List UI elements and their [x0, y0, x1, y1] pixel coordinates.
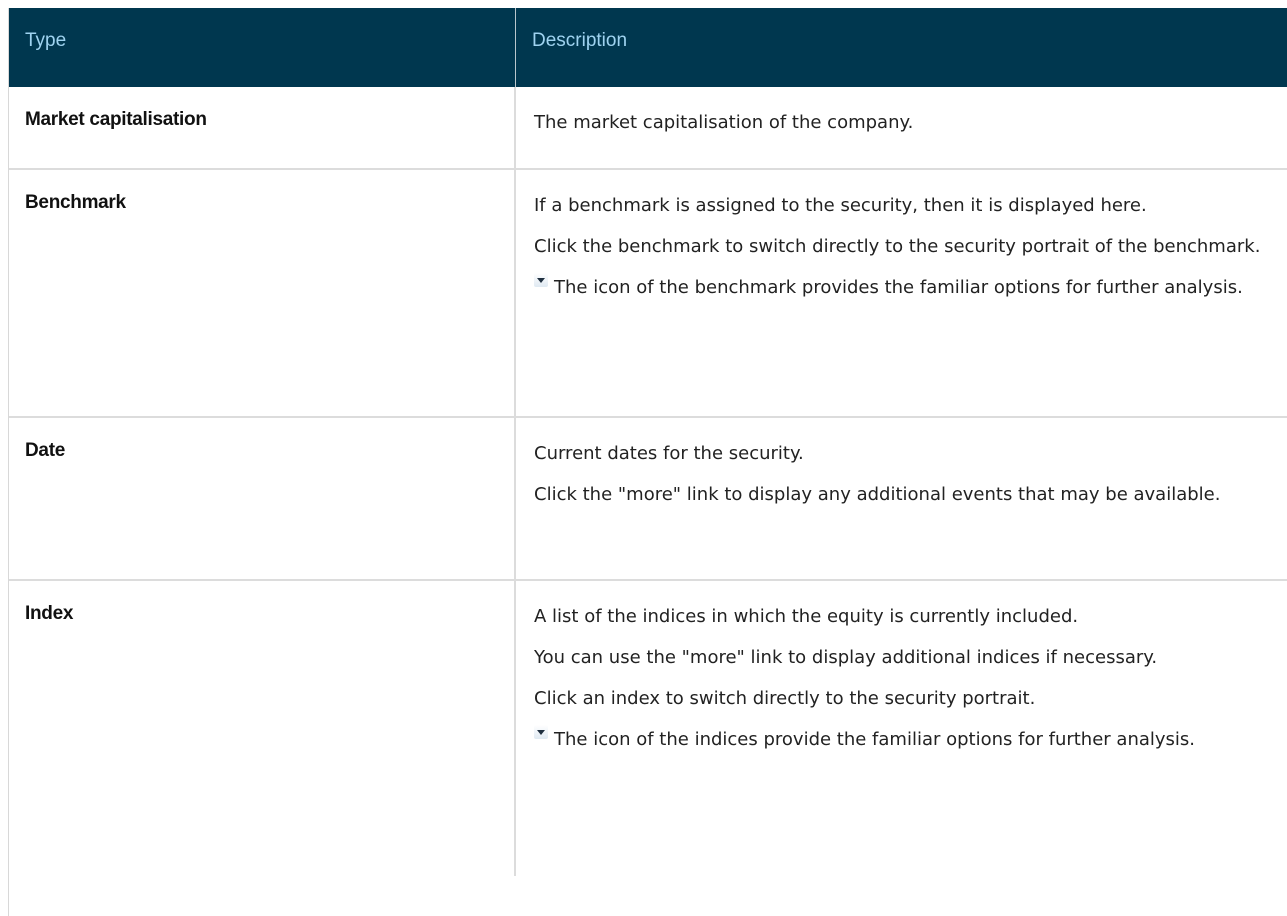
- row-type-index: Index: [9, 581, 516, 876]
- row-description: Current dates for the security. Click th…: [516, 418, 1287, 579]
- table-header: Type Description: [9, 8, 1287, 87]
- description-paragraph: Click the "more" link to display any add…: [534, 484, 1221, 505]
- row-description: A list of the indices in which the equit…: [516, 581, 1287, 876]
- row-type-date: Date: [9, 418, 516, 579]
- header-description: Description: [532, 30, 628, 51]
- row-type-market-capitalisation: Market capitalisation: [9, 87, 516, 168]
- header-type: Type: [9, 8, 516, 87]
- description-paragraph: Click an index to switch directly to the…: [534, 688, 1036, 709]
- description-text: The icon of the benchmark provides the f…: [554, 277, 1243, 298]
- row-description: The market capitalisation of the company…: [516, 87, 1287, 168]
- description-paragraph: Click the benchmark to switch directly t…: [534, 236, 1261, 257]
- description-text: The icon of the indices provide the fami…: [554, 729, 1196, 750]
- table-row: Benchmark If a benchmark is assigned to …: [9, 170, 1287, 418]
- table-row: Index A list of the indices in which the…: [9, 581, 1287, 876]
- description-paragraph: If a benchmark is assigned to the securi…: [534, 195, 1147, 216]
- dropdown-arrow-icon: [534, 273, 548, 287]
- description-paragraph: You can use the "more" link to display a…: [534, 647, 1158, 668]
- description-paragraph-with-icon: The icon of the indices provide the fami…: [534, 725, 1278, 753]
- description-paragraph-with-icon: The icon of the benchmark provides the f…: [534, 273, 1278, 301]
- table-row: Date Current dates for the security. Cli…: [9, 418, 1287, 581]
- description-paragraph: Current dates for the security.: [534, 443, 804, 464]
- row-description: If a benchmark is assigned to the securi…: [516, 170, 1287, 416]
- row-type-benchmark: Benchmark: [9, 170, 516, 416]
- description-paragraph: The market capitalisation of the company…: [534, 112, 914, 133]
- info-table: Type Description Market capitalisation T…: [8, 8, 1287, 916]
- description-paragraph: A list of the indices in which the equit…: [534, 606, 1079, 627]
- dropdown-arrow-icon: [534, 725, 548, 739]
- table-row: Market capitalisation The market capital…: [9, 87, 1287, 170]
